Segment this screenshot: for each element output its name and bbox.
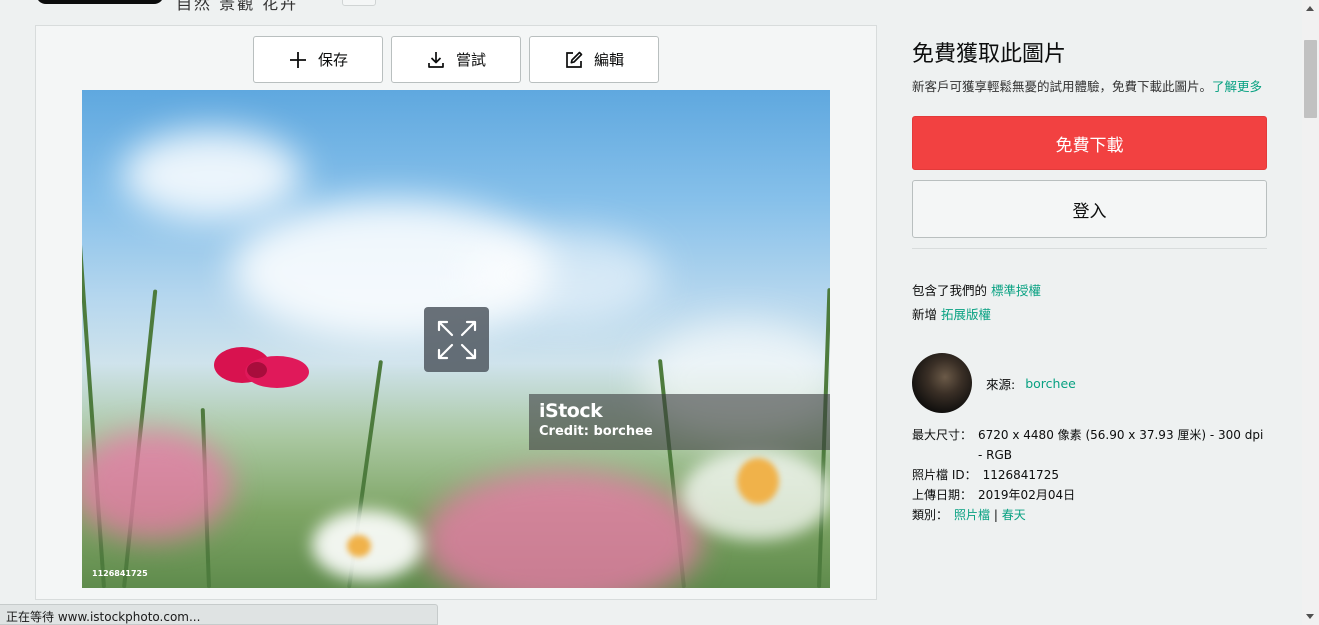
top-black-button[interactable] (36, 0, 164, 4)
edit-button[interactable]: 編輯 (529, 36, 659, 83)
scroll-up-icon[interactable] (1306, 6, 1314, 11)
scroll-down-icon[interactable] (1306, 614, 1314, 619)
image-id-overlay: 1126841725 (92, 569, 148, 578)
image-toolbar: 保存 嘗試 編輯 (253, 36, 659, 83)
date-value: 2019年02月04日 (978, 488, 1076, 502)
sidebar-title: 免費獲取此圖片 (912, 42, 1067, 67)
try-button-label: 嘗試 (455, 51, 486, 69)
author-label: 來源: (986, 376, 1016, 392)
author-link[interactable]: borchee (1025, 376, 1076, 391)
red-flower (214, 347, 309, 388)
plus-icon (289, 51, 306, 68)
download-icon (428, 51, 444, 68)
purchase-sidebar: 免費獲取此圖片 新客戶可獲享輕鬆無憂的試用體驗，免費下載此圖片。了解更多 免費下… (912, 36, 1268, 525)
watermark-credit: Credit: borchee (539, 424, 653, 439)
pink-flower-blur (422, 470, 702, 588)
expand-icon (437, 320, 476, 359)
category-separator: | (993, 508, 998, 522)
istock-watermark: iStock Credit: borchee (529, 394, 830, 450)
login-button[interactable]: 登入 (912, 180, 1267, 238)
yellow-flower (347, 535, 371, 557)
author-row: 來源: borchee (912, 353, 1268, 413)
cloud-shape (462, 230, 662, 320)
avatar[interactable] (912, 353, 972, 413)
category-label: 類別： (912, 508, 949, 522)
id-label: 照片檔 ID： (912, 468, 977, 482)
free-download-button[interactable]: 免費下載 (912, 116, 1267, 170)
license-info: 包含了我們的 標準授權 新增 拓展版權 (912, 279, 1268, 327)
sidebar-description: 新客戶可獲享輕鬆無憂的試用體驗，免費下載此圖片。了解更多 (912, 78, 1268, 95)
preview-image[interactable]: iStock Credit: borchee 1126841725 (82, 90, 830, 588)
page-scrollbar[interactable] (1302, 0, 1319, 625)
learn-more-link[interactable]: 了解更多 (1212, 79, 1262, 94)
standard-license-link[interactable]: 標準授權 (991, 283, 1041, 298)
extended-license-link[interactable]: 拓展版權 (941, 307, 991, 322)
cloud-shape (122, 130, 302, 220)
image-details: 最大尺寸： 6720 x 4480 像素 (56.90 x 37.93 厘米) … (912, 425, 1268, 525)
divider (912, 248, 1267, 249)
save-button-label: 保存 (317, 51, 348, 69)
browser-status-bar: 正在等待 www.istockphoto.com... (0, 604, 438, 625)
pink-flower-blur (82, 430, 232, 540)
size-label: 最大尺寸： (912, 428, 973, 442)
category-spring-link[interactable]: 春天 (1002, 508, 1026, 522)
try-button[interactable]: 嘗試 (391, 36, 521, 83)
extended-prefix: 新增 (912, 307, 938, 322)
grass-stem (82, 208, 106, 588)
license-prefix: 包含了我們的 (912, 283, 988, 298)
size-value: 6720 x 4480 像素 (56.90 x 37.93 厘米) - 300 … (978, 428, 1264, 462)
scroll-thumb[interactable] (1304, 40, 1317, 118)
date-label: 上傳日期： (912, 488, 973, 502)
category-photo-link[interactable]: 照片檔 (954, 508, 990, 522)
save-button[interactable]: 保存 (253, 36, 383, 83)
id-value: 1126841725 (982, 468, 1059, 482)
top-badge[interactable] (342, 0, 376, 6)
watermark-logo: iStock (539, 400, 603, 422)
edit-button-label: 編輯 (593, 51, 624, 69)
edit-icon (566, 51, 583, 68)
expand-image-button[interactable] (424, 307, 489, 372)
image-panel: 保存 嘗試 編輯 iStock Credit: borchee 11268417… (35, 25, 877, 600)
description-text: 新客戶可獲享輕鬆無憂的試用體驗，免費下載此圖片。 (912, 79, 1213, 94)
page-title-partial: 自然 景觀 花卉 (176, 0, 299, 13)
yellow-flower (737, 458, 779, 504)
